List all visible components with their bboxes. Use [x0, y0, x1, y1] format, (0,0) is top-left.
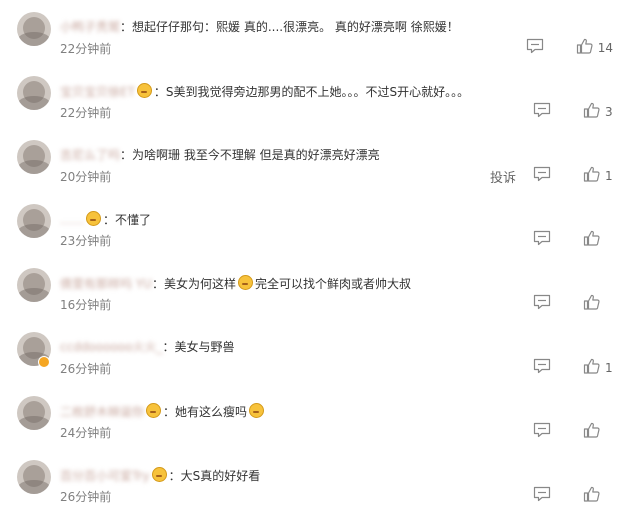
- comment-text: ：不懂了: [103, 213, 152, 227]
- comment-text: ：美女为何这样: [151, 277, 236, 291]
- comment-icon[interactable]: [533, 422, 583, 442]
- comment-username[interactable]: 宝贝宝贝徐ET: [60, 85, 135, 99]
- comment-actions: [533, 294, 613, 314]
- comment-actions: [533, 422, 613, 442]
- thumbs-up-icon: [583, 166, 600, 186]
- avatar[interactable]: [17, 140, 51, 174]
- comment-username[interactable]: ccddoooooo火火_: [60, 340, 162, 354]
- thumbs-up-icon: [583, 102, 600, 122]
- comment-actions: 14: [526, 38, 613, 58]
- comment-actions: 3: [533, 102, 613, 122]
- comment-username[interactable]: ……: [60, 213, 84, 227]
- comment-icon[interactable]: [533, 230, 583, 250]
- like-count: 1: [605, 169, 613, 183]
- comment-time: 26分钟前: [60, 490, 112, 504]
- thumbs-up-icon: [583, 358, 600, 378]
- verified-badge-icon: [38, 356, 50, 368]
- comment-time: 24分钟前: [60, 426, 112, 440]
- like-button[interactable]: 1: [583, 358, 613, 378]
- comment-line: 倩雯有那样吗 YU：美女为何这样 完全可以找个鲜肉或者帅大叔: [60, 275, 411, 292]
- emoji-icon: [151, 467, 167, 482]
- report-button[interactable]: 投诉: [490, 167, 516, 186]
- comment-line: 宝贝宝贝徐ET ：S美到我觉得旁边那男的配不上她。。。不过S开心就好。。。: [60, 83, 469, 100]
- comment-username[interactable]: 吉尼么了吗: [60, 148, 120, 162]
- avatar[interactable]: [17, 76, 51, 110]
- like-count: 3: [605, 105, 613, 119]
- like-button[interactable]: [583, 422, 613, 442]
- comment-item: 小鸭子秃鹫：想起仔仔那句：熙媛 真的....很漂亮。 真的好漂亮啊 徐熙媛！ 22…: [0, 10, 635, 74]
- avatar[interactable]: [17, 396, 51, 430]
- like-button[interactable]: [583, 230, 613, 250]
- like-button[interactable]: 1: [583, 166, 613, 186]
- emoji-icon: [146, 403, 162, 418]
- avatar[interactable]: [17, 268, 51, 302]
- comment-text: ：她有这么瘦吗: [163, 405, 248, 419]
- comment-actions: 1: [533, 358, 613, 378]
- comment-username[interactable]: 二枚舒木映诞你: [60, 405, 144, 419]
- avatar[interactable]: [17, 204, 51, 238]
- comment-time: 23分钟前: [60, 234, 112, 248]
- like-button[interactable]: 14: [576, 38, 613, 58]
- comment-item: 吉尼么了吗：为啥啊珊 我至今不理解 但是真的好漂亮好漂亮 20分钟前 投诉 1: [0, 138, 635, 202]
- comment-icon[interactable]: [526, 38, 576, 58]
- avatar[interactable]: [17, 460, 51, 494]
- comment-item: …… ：不懂了 23分钟前: [0, 202, 635, 266]
- comment-line: …… ：不懂了: [60, 211, 151, 228]
- thumbs-up-icon: [583, 230, 600, 250]
- comment-time: 22分钟前: [60, 106, 112, 120]
- comment-list: 小鸭子秃鹫：想起仔仔那句：熙媛 真的....很漂亮。 真的好漂亮啊 徐熙媛！ 22…: [0, 0, 635, 530]
- comment-username[interactable]: 百分百小可爱Try: [60, 469, 150, 483]
- comment-username[interactable]: 小鸭子秃鹫: [60, 20, 120, 34]
- comment-icon[interactable]: [533, 102, 583, 122]
- comment-actions: [533, 486, 613, 506]
- comment-item: 百分百小可爱Try ：大S真的好好看 26分钟前: [0, 458, 635, 522]
- thumbs-up-icon: [583, 486, 600, 506]
- comment-item: 二枚舒木映诞你 ：她有这么瘦吗 24分钟前: [0, 394, 635, 458]
- emoji-icon: [237, 275, 253, 290]
- comment-time: 22分钟前: [60, 42, 112, 56]
- comment-text: ：美女与野兽: [162, 340, 235, 354]
- comment-line: 百分百小可爱Try ：大S真的好好看: [60, 467, 260, 484]
- like-count: 14: [597, 41, 613, 55]
- comment-time: 26分钟前: [60, 362, 112, 376]
- emoji-icon: [136, 83, 152, 98]
- comment-line: 吉尼么了吗：为啥啊珊 我至今不理解 但是真的好漂亮好漂亮: [60, 147, 380, 163]
- comment-text-continued: 完全可以找个鲜肉或者帅大叔: [254, 277, 411, 291]
- comment-icon[interactable]: [533, 294, 583, 314]
- comment-icon[interactable]: [533, 166, 583, 186]
- comment-username[interactable]: 倩雯有那样吗 YU: [60, 277, 152, 291]
- comment-text: ：大S真的好好看: [168, 469, 261, 483]
- comment-actions: [533, 230, 613, 250]
- comment-line: 小鸭子秃鹫：想起仔仔那句：熙媛 真的....很漂亮。 真的好漂亮啊 徐熙媛！: [60, 19, 459, 35]
- comment-item: 倩雯有那样吗 YU：美女为何这样 完全可以找个鲜肉或者帅大叔 16分钟前: [0, 266, 635, 330]
- comment-time: 16分钟前: [60, 298, 112, 312]
- comment-line: 二枚舒木映诞你 ：她有这么瘦吗: [60, 403, 266, 420]
- like-button[interactable]: [583, 486, 613, 506]
- comment-item: ccddoooooo火火_：美女与野兽 26分钟前 1: [0, 330, 635, 394]
- comment-text: ：想起仔仔那句：熙媛 真的....很漂亮。 真的好漂亮啊 徐熙媛！: [120, 20, 459, 34]
- like-count: 1: [605, 361, 613, 375]
- comment-time: 20分钟前: [60, 170, 112, 184]
- comment-icon[interactable]: [533, 358, 583, 378]
- like-button[interactable]: [583, 294, 613, 314]
- emoji-icon: [86, 211, 101, 226]
- thumbs-up-icon: [583, 422, 600, 442]
- comment-text: ：S美到我觉得旁边那男的配不上她。。。不过S开心就好。。。: [153, 85, 470, 99]
- thumbs-up-icon: [576, 38, 593, 58]
- comment-text: ：为啥啊珊 我至今不理解 但是真的好漂亮好漂亮: [120, 148, 380, 162]
- emoji-icon: [249, 403, 265, 418]
- comment-actions: 投诉 1: [490, 166, 613, 186]
- comment-item: 宝贝宝贝徐ET ：S美到我觉得旁边那男的配不上她。。。不过S开心就好。。。 22分钟…: [0, 74, 635, 138]
- thumbs-up-icon: [583, 294, 600, 314]
- avatar[interactable]: [17, 12, 51, 46]
- like-button[interactable]: 3: [583, 102, 613, 122]
- comment-icon[interactable]: [533, 486, 583, 506]
- comment-line: ccddoooooo火火_：美女与野兽: [60, 339, 235, 355]
